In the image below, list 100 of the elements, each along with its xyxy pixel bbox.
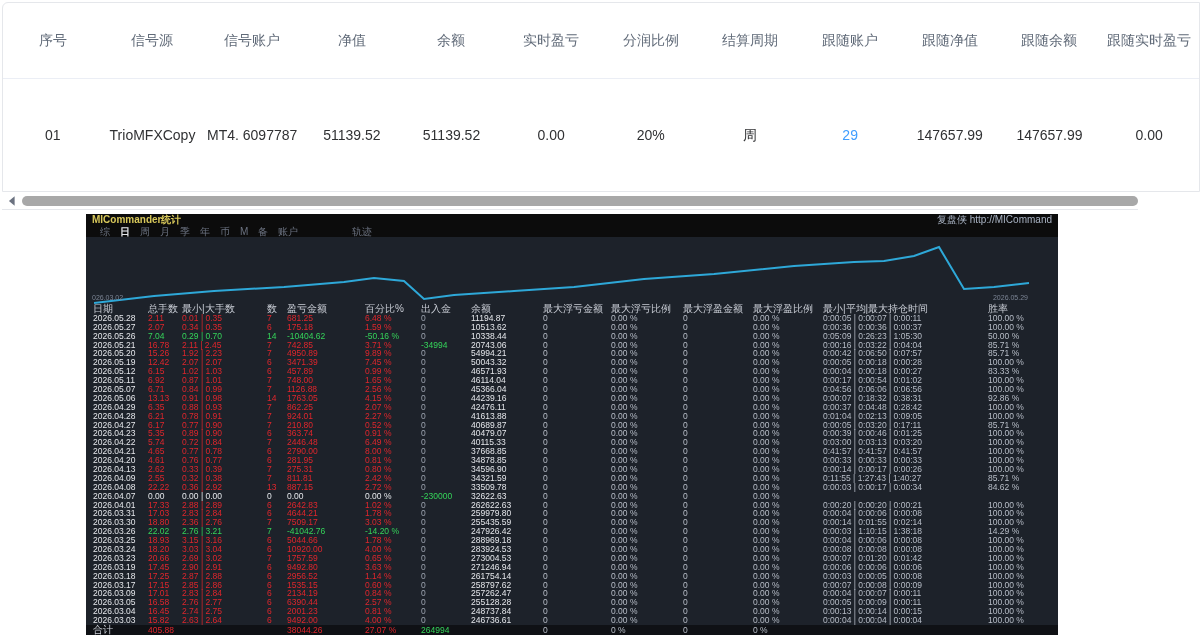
table-cell-text: 3.63 % [365,562,393,572]
table-cell-text: 0.87 | 1.01 [182,376,224,385]
table-cell-text: 100.00 % [988,553,1025,563]
table-cell-text: 0.72 | 0.84 [182,438,224,448]
table-cell-text: 0.52 % [365,420,393,430]
table-cell-text: 3.15 | 3.16 [182,536,224,545]
table-cell-text: 0 [543,384,549,394]
table-cell-text: 0 [543,553,549,563]
table-cell-text: 1757.59 [287,553,319,563]
table-cell-text: 0.00 % [611,518,639,528]
table-cell-text: 0.00 [1134,125,1164,145]
table-cell-text: 0.00 % [753,473,781,483]
table-cell-text: 0.00 % [611,607,639,617]
table-cell-text: 0 [543,500,549,510]
table-cell-text: 2026.03.03 [93,616,137,625]
table-cell-text: 259979.80 [471,509,513,519]
table-cell-text: 2026.04.01 [93,500,137,510]
stats-tab[interactable]: 季 [180,226,190,237]
table-cell-text: 2026.05.06 [93,393,137,403]
table-cell-text: 0 [683,313,688,323]
table-cell-text: 0 [683,545,689,554]
table-cell-text: 34321.59 [471,473,508,483]
stats-tab[interactable]: 币 [220,226,230,237]
table-cell-text: 2.36 | 2.76 [182,518,224,528]
column-header: 盈亏金额 [287,302,328,314]
stats-tab[interactable]: 轨迹 [352,226,373,237]
table-cell-text: 6 [267,607,273,617]
table-cell-text: 2026.03.25 [93,536,137,545]
stats-tab[interactable]: 年 [200,226,210,237]
table-cell-text: 0 [267,491,273,501]
table-cell-text: 100.00 % [988,411,1025,421]
table-cell-text: 6.71 [148,384,166,394]
stats-tab[interactable]: 综 [100,226,110,237]
table-cell-text: -14.20 % [365,527,401,537]
column-header: 出入金 [421,302,452,314]
table-cell-text: 20% [635,125,666,145]
table-cell-text: 40689.87 [471,420,508,430]
table-cell-text: 0.00 % [611,456,639,465]
table-cell-text: 0.00 % [611,376,639,385]
stats-tab[interactable]: 周 [140,226,150,237]
stats-tab[interactable]: 月 [160,226,170,237]
account-link[interactable]: 29 [842,124,858,146]
table-cell-text: 0.00 % [611,473,639,483]
stats-tab[interactable]: M [240,226,249,237]
table-cell-text: 0 [543,580,549,590]
table-cell-text: 0.00 % [753,589,781,599]
column-header: 最小|平均|最大持仓时间 [823,302,930,314]
stats-tab[interactable]: 账户 [278,226,299,237]
table-cell-text: 41613.88 [471,411,508,421]
table-cell-text: 6 [267,545,273,554]
table-cell-text: 0:00:03 | 0:00:17 | 0:00:34 [823,482,923,492]
table-cell-text: 2026.05.07 [93,384,137,394]
column-header: 总手数 [148,302,179,314]
table-cell-text: 0.91 % [365,429,393,439]
table-cell-text: 0.32 | 0.38 [182,473,224,483]
table-cell-text: 275.31 [287,464,314,474]
table-cell-text: 0.00 % [365,491,393,501]
table-cell-text: 6 [267,358,273,368]
table-cell-text: 175.18 [287,322,314,332]
table-cell-text: 0 [683,473,689,483]
table-cell-text: 34596.90 [471,464,508,474]
table-cell-text: 0.00 % [611,349,639,359]
table-cell-text: 6 [267,589,273,599]
table-cell-text: 2026.04.28 [93,411,137,421]
column-header: 分润比例 [621,31,680,50]
table-cell-text: 0 [543,607,549,617]
table-cell-text: 85.71 % [988,340,1021,350]
scrollbar-thumb[interactable] [21,195,1138,206]
table-cell-text: 7.45 % [365,358,393,368]
stats-tab[interactable]: 日 [120,226,130,237]
table-cell-text: 0.00 % [753,340,781,350]
table-cell-text: 4.00 % [365,616,393,625]
table-cell-text: 1.02 | 1.03 [182,367,224,377]
table-cell-text: 0.29 | 0.70 [182,331,224,341]
table-cell-text: 7 [267,420,273,430]
table-cell-text: 12.42 [148,358,171,368]
table-cell-text: 0:00:42 | 0:06:50 | 0:07:57 [823,349,923,359]
table-cell-text: 681.25 [287,313,313,323]
table-cell-text: 100.00 % [988,598,1025,608]
table-cell-text: 0.00 % [753,562,781,572]
table-cell-text: 281.95 [287,456,314,465]
table-cell-text: 85.71 % [988,420,1021,430]
table-cell-text: 0 [421,598,427,608]
stats-tab[interactable]: 备 [258,226,269,237]
table-cell-text: 2026.05.21 [93,340,137,350]
table-cell-text: 0:00:14 | 0:00:17 | 0:00:26 [823,464,923,474]
table-cell-text: 2026.03.04 [93,607,137,617]
table-cell-text: 2026.04.13 [93,464,137,474]
table-cell-text: 6.15 [148,367,166,377]
table-cell-text: 0:00:17 | 0:00:54 | 0:01:02 [823,376,923,385]
table-cell-text: 1126.88 [287,384,319,394]
table-cell-text: 100.00 % [988,384,1025,394]
table-cell-text: 6.17 [148,420,166,430]
table-cell-text: 1.78 % [365,509,393,519]
table-cell-text: 100.00 % [988,545,1025,554]
scroll-left-icon[interactable] [8,195,16,206]
table-cell-text: 0 [421,518,427,528]
table-cell-text: 0 [421,322,427,332]
table-cell-text: 0 [543,616,549,625]
table-cell-text: 7 [267,313,272,323]
